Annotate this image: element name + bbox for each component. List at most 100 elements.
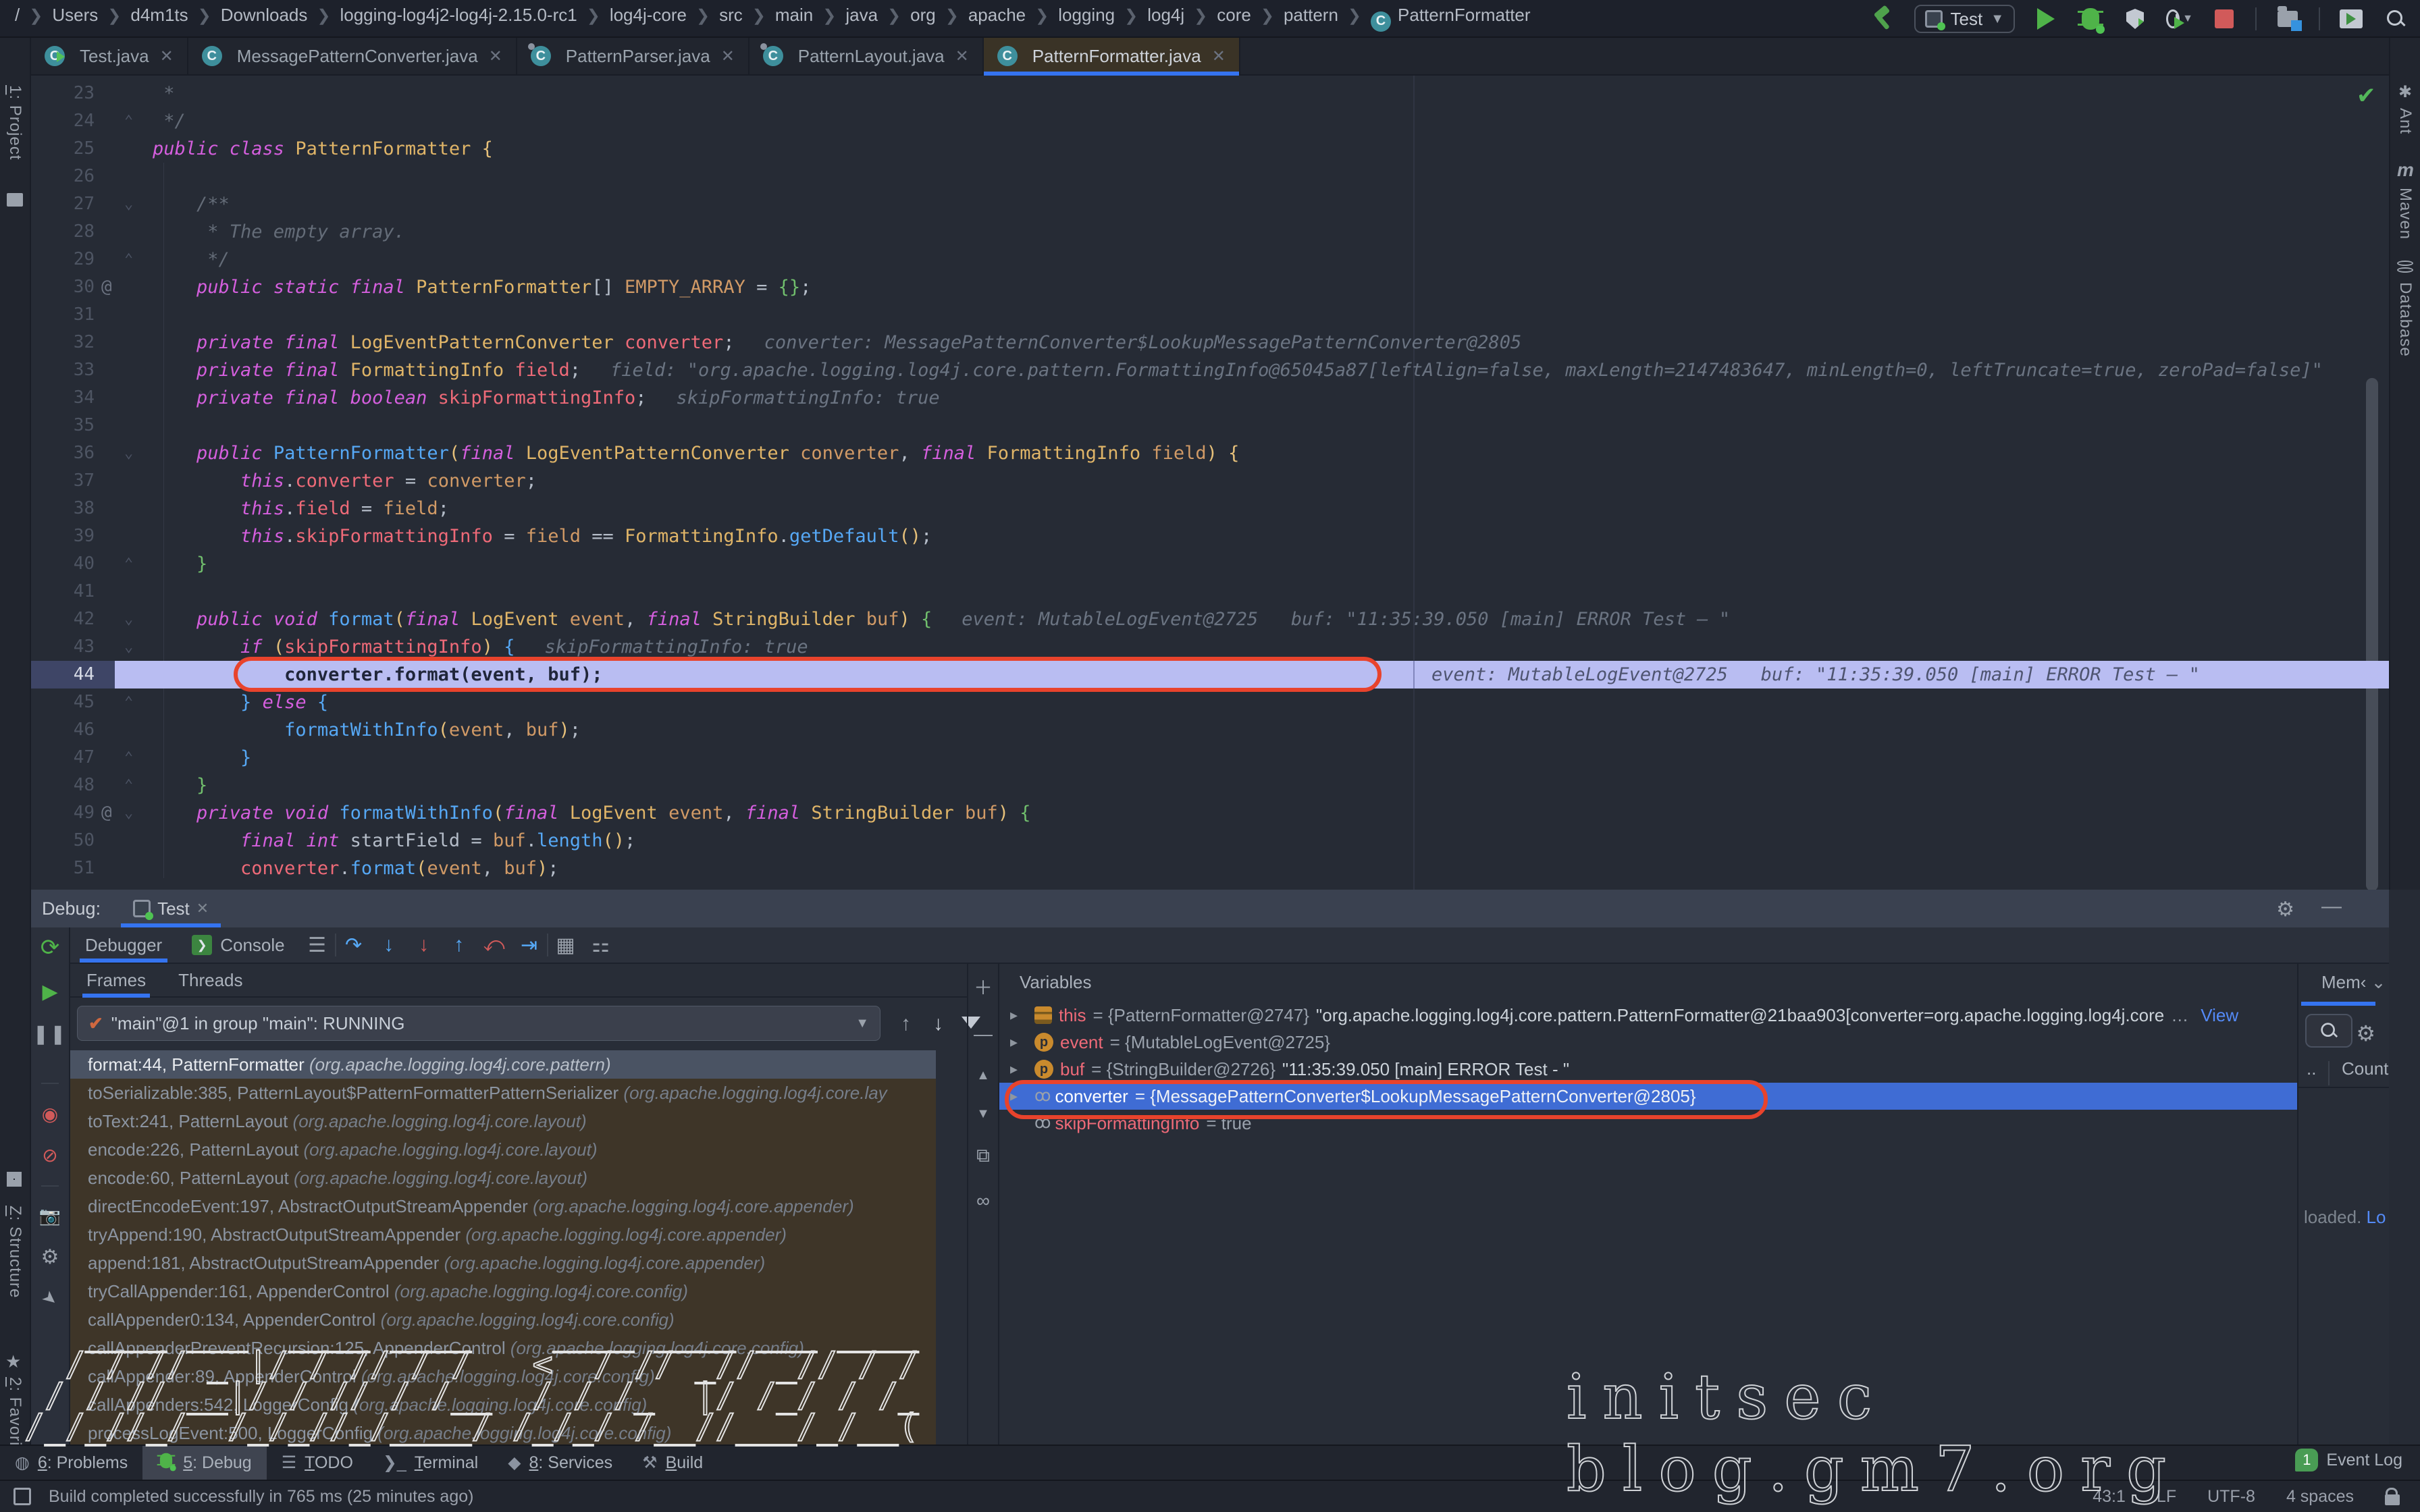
fold-marker-icon[interactable]: ⌄ [124, 633, 133, 661]
sidebar-item-maven[interactable]: Maven [2396, 188, 2415, 240]
pin-icon[interactable]: ➤ [38, 1286, 63, 1312]
toolwindow-button-8-services[interactable]: ◆8: Services [493, 1446, 627, 1480]
stack-frame-row[interactable]: directEncodeEvent:197, AbstractOutputStr… [70, 1192, 936, 1220]
code-line-30[interactable]: 30@ public static final PatternFormatter… [31, 273, 2389, 301]
code-line-32[interactable]: 32 private final LogEventPatternConverte… [31, 329, 2389, 356]
prev-frame-icon[interactable]: ↑ [901, 1013, 911, 1035]
code-line-45[interactable]: 45⌃ } else { [31, 688, 2389, 716]
tab-threads[interactable]: Threads [162, 964, 259, 996]
code-line-33[interactable]: 33 private final FormattingInfo field;fi… [31, 356, 2389, 384]
search-everywhere-icon[interactable] [2382, 5, 2409, 32]
stack-frame-row[interactable]: toSerializable:385, PatternLayout$Patter… [70, 1079, 936, 1107]
remove-watch-icon[interactable]: — [974, 1023, 993, 1045]
breadcrumb-item[interactable]: / [15, 5, 20, 25]
code-line-26[interactable]: 26 [31, 163, 2389, 190]
toolwindow-button-todo[interactable]: ☰TODO [267, 1446, 368, 1480]
fold-marker-icon[interactable]: ⌄ [124, 439, 133, 467]
fold-marker-icon[interactable]: ⌃ [124, 744, 133, 772]
project-structure-icon[interactable] [2274, 5, 2301, 32]
step-over-icon[interactable]: ↷ [336, 934, 371, 957]
caret-position[interactable]: 43:1 [2093, 1487, 2126, 1507]
view-breakpoints-icon[interactable]: ◉ [42, 1103, 58, 1125]
breadcrumb-item[interactable]: apache [968, 5, 1026, 25]
drop-frame-icon[interactable]: ⤺ [477, 934, 512, 956]
code-line-28[interactable]: 28 * The empty array. [31, 218, 2389, 246]
close-icon[interactable]: ✕ [196, 900, 209, 917]
fold-marker-icon[interactable]: ⌃ [124, 550, 133, 578]
build-hammer-icon[interactable] [1870, 5, 1897, 32]
toolwindow-button-6-problems[interactable]: ◍6: Problems [0, 1446, 142, 1480]
expand-chevron-icon[interactable]: ▸ [1010, 1029, 1028, 1056]
breadcrumb-item[interactable]: Users [52, 5, 98, 25]
code-line-35[interactable]: 35 [31, 412, 2389, 439]
stack-frame-row[interactable]: tryAppend:190, AbstractOutputStreamAppen… [70, 1220, 936, 1249]
close-icon[interactable]: ✕ [489, 47, 502, 66]
memory-search-input[interactable] [2305, 1014, 2352, 1048]
stack-frame-row[interactable]: callAppender0:134, AppenderControl (org.… [70, 1305, 936, 1334]
evaluate-expression-icon[interactable]: ▦ [548, 934, 583, 957]
grid-icon[interactable] [7, 1172, 22, 1187]
editor-tab-patternparser-java[interactable]: CPatternParser.java✕ [517, 38, 749, 74]
stack-frame-row[interactable]: format:44, PatternFormatter (org.apache.… [70, 1050, 936, 1079]
close-icon[interactable]: ✕ [721, 47, 735, 66]
code-line-41[interactable]: 41 [31, 578, 2389, 605]
breadcrumb-item[interactable]: core [1217, 5, 1251, 25]
code-line-46[interactable]: 46 formatWithInfo(event, buf); [31, 716, 2389, 744]
indent-setting[interactable]: 4 spaces [2286, 1487, 2354, 1507]
breadcrumb-item[interactable]: log4j-core [610, 5, 687, 25]
line-separator[interactable]: LF [2157, 1487, 2176, 1507]
file-encoding[interactable]: UTF-8 [2207, 1487, 2255, 1507]
stack-frame-row[interactable]: callAppenderPreventRecursion:125, Append… [70, 1334, 936, 1362]
mute-breakpoints-icon[interactable]: ⊘ [42, 1144, 57, 1166]
code-line-34[interactable]: 34 private final boolean skipFormattingI… [31, 384, 2389, 412]
variable-row-event[interactable]: ▸pevent= {MutableLogEvent@2725} [999, 1029, 2297, 1056]
memory-column-headers[interactable]: .. Count [2298, 1058, 2389, 1088]
breadcrumb-item[interactable]: pattern [1284, 5, 1338, 25]
thread-selector[interactable]: ✔ "main"@1 in group "main": RUNNING ▼ [77, 1006, 880, 1041]
code-line-38[interactable]: 38 this.field = field; [31, 495, 2389, 522]
pause-icon[interactable]: ❚❚ [33, 1023, 68, 1045]
stack-frame-row[interactable]: processLogEvent:500, LoggerConfig (org.a… [70, 1419, 936, 1444]
copy-icon[interactable]: ⧉ [976, 1145, 990, 1167]
code-line-37[interactable]: 37 this.converter = converter; [31, 467, 2389, 495]
code-line-23[interactable]: 23 * [31, 80, 2389, 107]
stack-frame-row[interactable]: callAppenders:542, LoggerConfig (org.apa… [70, 1390, 936, 1419]
coverage-button[interactable] [2122, 5, 2149, 32]
breadcrumb-item[interactable]: src [719, 5, 743, 25]
memory-title[interactable]: Mem‹ ⌄ [2321, 972, 2402, 993]
breadcrumb-item[interactable]: org [910, 5, 936, 25]
memory-settings-gear-icon[interactable]: ⚙ [2356, 1021, 2375, 1046]
fold-marker-icon[interactable]: ⌄ [124, 190, 133, 218]
expand-chevron-icon[interactable]: ▸ [1010, 1002, 1028, 1029]
close-icon[interactable]: ✕ [955, 47, 969, 66]
code-line-24[interactable]: 24⌃ */ [31, 107, 2389, 135]
code-line-44[interactable]: 44 converter.format(event, buf);converte… [31, 661, 2389, 688]
stack-frame-row[interactable]: callAppender:89, AppenderControl (org.ap… [70, 1362, 936, 1390]
step-out-icon[interactable]: ↑ [442, 934, 477, 956]
code-line-48[interactable]: 48⌃ } [31, 772, 2389, 799]
toolwindow-button-terminal[interactable]: ❯_Terminal [368, 1446, 493, 1480]
frames-list[interactable]: format:44, PatternFormatter (org.apache.… [70, 1050, 936, 1444]
breadcrumb-item[interactable]: d4m1ts [130, 5, 188, 25]
step-into-icon[interactable]: ↓ [371, 934, 406, 956]
event-log[interactable]: 1 Event Log [2295, 1449, 2402, 1472]
fold-marker-icon[interactable]: ⌃ [124, 246, 133, 273]
code-line-47[interactable]: 47⌃ } [31, 744, 2389, 772]
resume-icon[interactable]: ▶ [42, 980, 57, 1004]
fold-marker-icon[interactable]: ⌃ [124, 107, 133, 135]
breadcrumb-item[interactable]: Downloads [221, 5, 308, 25]
code-line-49[interactable]: 49@⌄ private void formatWithInfo(final L… [31, 799, 2389, 827]
code-line-25[interactable]: 25public class PatternFormatter { [31, 135, 2389, 163]
fold-marker-icon[interactable]: ⌄ [124, 605, 133, 633]
debug-session-tab[interactable]: Test ✕ [121, 890, 221, 927]
close-icon[interactable]: ✕ [160, 47, 174, 66]
variables-list[interactable]: ▸this= {PatternFormatter@2747} "org.apac… [999, 1002, 2297, 1444]
code-line-36[interactable]: 36⌄ public PatternFormatter(final LogEve… [31, 439, 2389, 467]
view-link[interactable]: View [2201, 1002, 2238, 1029]
code-line-27[interactable]: 27⌄ /** [31, 190, 2389, 218]
run-anything-icon[interactable] [2338, 5, 2365, 32]
add-watch-icon[interactable]: ＋ [974, 973, 993, 1000]
fold-marker-icon[interactable]: ⌃ [124, 688, 133, 716]
code-line-51[interactable]: 51 converter.format(event, buf); [31, 855, 2389, 882]
sidebar-item-project[interactable]: 1: Project [5, 85, 24, 160]
